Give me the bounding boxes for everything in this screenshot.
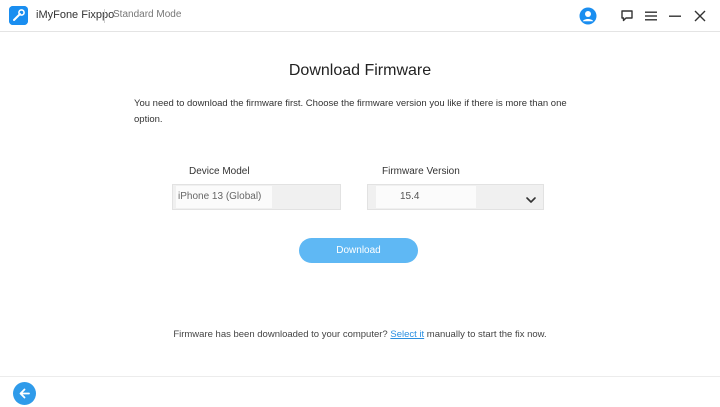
device-model-value: iPhone 13 (Global) [176,186,272,208]
mode-label: Standard Mode [113,9,182,20]
bottom-bar [0,376,720,407]
app-window: iMyFone Fixppo Standard Mode Download Fi… [0,0,720,407]
instructions-text: You need to download the firmware first.… [134,98,567,125]
feedback-icon[interactable] [617,6,637,26]
footer-text-before: Firmware has been downloaded to your com… [173,329,388,340]
footer-text-after: manually to start the fix now. [426,329,547,340]
app-name: iMyFone Fixppo [36,9,115,21]
user-avatar-icon[interactable] [578,6,598,26]
device-model-label: Device Model [189,166,250,177]
back-arrow-icon[interactable] [13,382,36,405]
title-bar: iMyFone Fixppo Standard Mode [0,0,720,32]
download-button[interactable]: Download [299,238,418,263]
minimize-icon[interactable] [665,6,685,26]
firmware-version-value[interactable]: 15.4 [376,186,476,208]
close-icon[interactable] [690,6,710,26]
page-title: Download Firmware [288,62,432,79]
hamburger-menu-icon[interactable] [641,6,661,26]
firmware-version-label: Firmware Version [382,166,460,177]
title-divider [104,9,105,23]
footer-note: Firmware has been downloaded to your com… [0,329,720,340]
select-it-link[interactable]: Select it [390,329,424,340]
chevron-down-icon[interactable] [525,192,537,203]
fixppo-wrench-icon [9,6,28,25]
